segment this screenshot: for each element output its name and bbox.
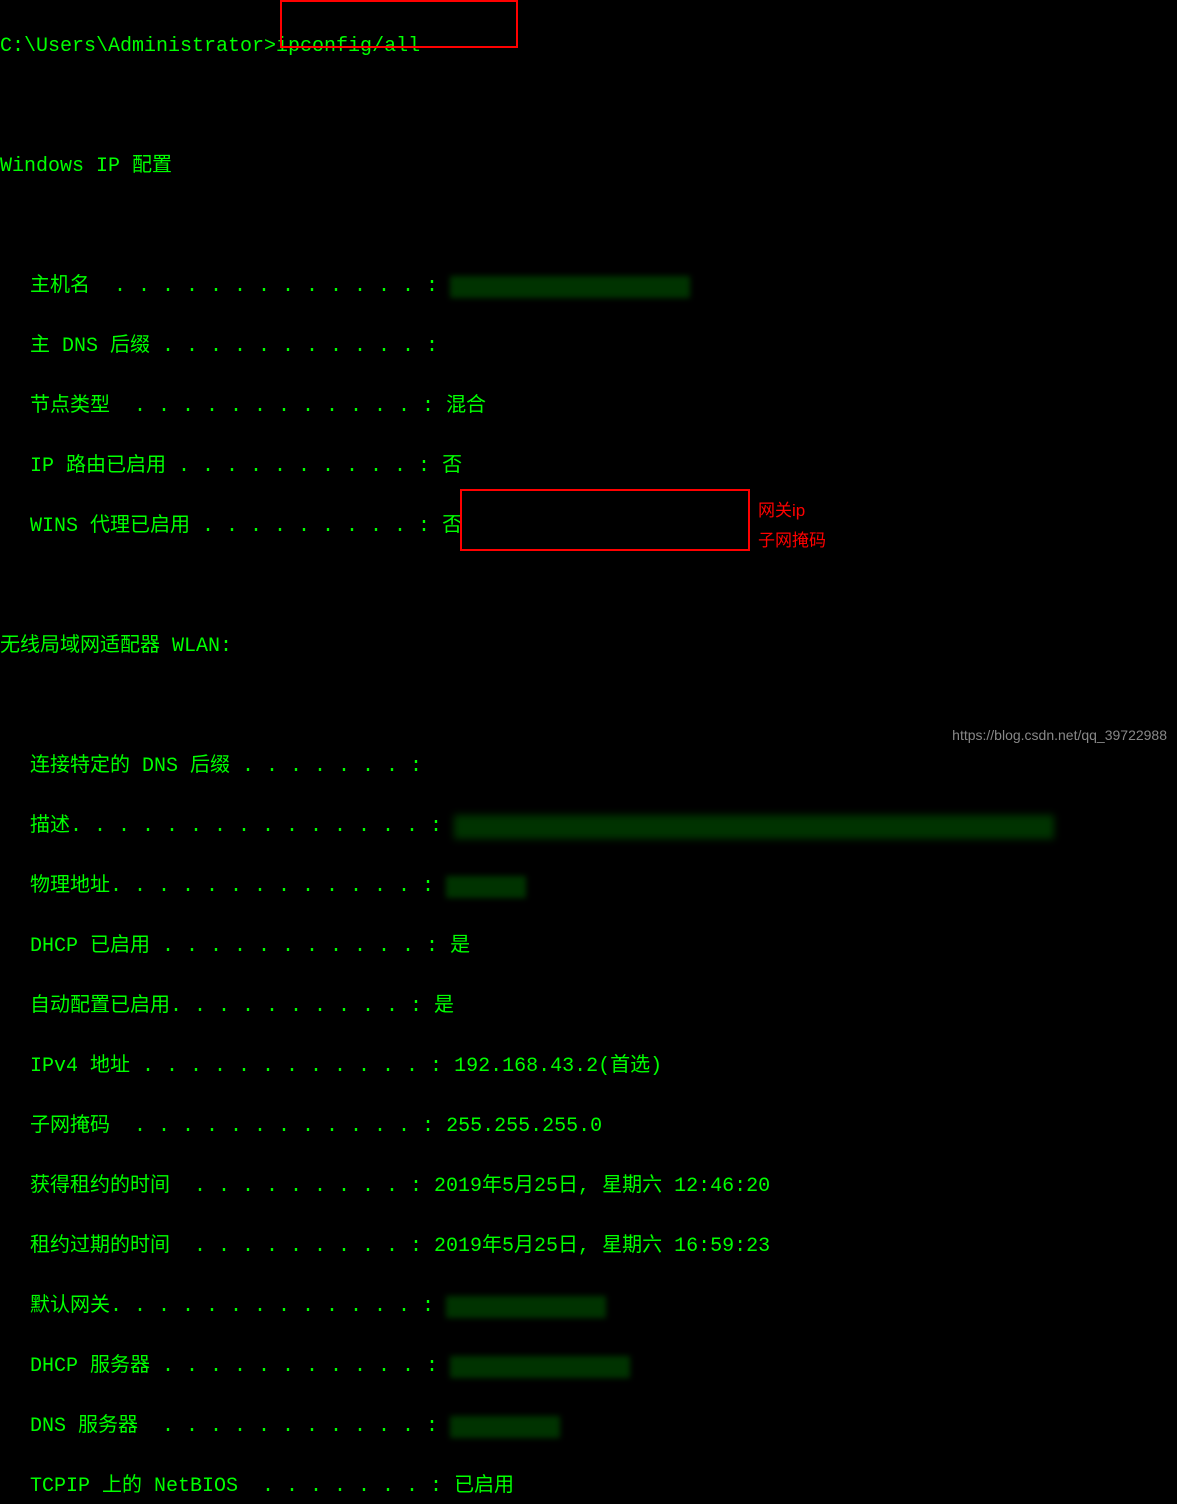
row-node-type: 节点类型 . . . . . . . . . . . . : 混合 bbox=[0, 392, 1177, 422]
row-dhcp-enabled: DHCP 已启用 . . . . . . . . . . . : 是 bbox=[0, 932, 1177, 962]
phys-addr-value-redacted bbox=[446, 876, 526, 898]
wins-proxy-value: 否 bbox=[442, 512, 462, 542]
dhcp-server-label: DHCP 服务器 . . . . . . . . . . . : bbox=[30, 1352, 450, 1382]
row-hostname: 主机名 . . . . . . . . . . . . . : bbox=[0, 272, 1177, 302]
row-lease-obtained: 获得租约的时间 . . . . . . . . . : 2019年5月25日, … bbox=[0, 1172, 1177, 1202]
section-header-wlan: 无线局域网适配器 WLAN: bbox=[0, 632, 1177, 662]
netbios-label: TCPIP 上的 NetBIOS . . . . . . . : bbox=[30, 1472, 454, 1502]
annotation-subnet-mask: 子网掩码 bbox=[758, 528, 826, 554]
row-lease-expires: 租约过期的时间 . . . . . . . . . : 2019年5月25日, … bbox=[0, 1232, 1177, 1262]
desc-label: 描述. . . . . . . . . . . . . . . : bbox=[30, 812, 454, 842]
lease-obtained-value: 2019年5月25日, 星期六 12:46:20 bbox=[434, 1172, 770, 1202]
prompt-line: C:\Users\Administrator>ipconfig/all bbox=[0, 32, 1177, 62]
prompt-path: C:\Users\Administrator> bbox=[0, 32, 276, 62]
dns-server-value-redacted bbox=[450, 1416, 560, 1438]
gateway-label: 默认网关. . . . . . . . . . . . . : bbox=[30, 1292, 446, 1322]
lease-obtained-label: 获得租约的时间 . . . . . . . . . : bbox=[30, 1172, 434, 1202]
subnet-value: 255.255.255.0 bbox=[446, 1112, 602, 1142]
phys-addr-label: 物理地址. . . . . . . . . . . . . : bbox=[30, 872, 446, 902]
row-gateway: 默认网关. . . . . . . . . . . . . : bbox=[0, 1292, 1177, 1322]
desc-value-redacted bbox=[454, 815, 1054, 839]
row-dhcp-server: DHCP 服务器 . . . . . . . . . . . : bbox=[0, 1352, 1177, 1382]
row-description: 描述. . . . . . . . . . . . . . . : bbox=[0, 812, 1177, 842]
netbios-value: 已启用 bbox=[454, 1472, 514, 1502]
wins-proxy-label: WINS 代理已启用 . . . . . . . . . : bbox=[30, 512, 442, 542]
terminal-output: C:\Users\Administrator>ipconfig/all Wind… bbox=[0, 0, 1177, 1504]
row-subnet: 子网掩码 . . . . . . . . . . . . : 255.255.2… bbox=[0, 1112, 1177, 1142]
row-ipv4: IPv4 地址 . . . . . . . . . . . . : 192.16… bbox=[0, 1052, 1177, 1082]
row-phys-addr: 物理地址. . . . . . . . . . . . . : bbox=[0, 872, 1177, 902]
dns-server-label: DNS 服务器 . . . . . . . . . . . : bbox=[30, 1412, 450, 1442]
row-dns-suffix: 主 DNS 后缀 . . . . . . . . . . . : bbox=[0, 332, 1177, 362]
ip-routing-value: 否 bbox=[442, 452, 462, 482]
node-type-value: 混合 bbox=[446, 392, 486, 422]
subnet-label: 子网掩码 . . . . . . . . . . . . : bbox=[30, 1112, 446, 1142]
row-conn-dns: 连接特定的 DNS 后缀 . . . . . . . : bbox=[0, 752, 1177, 782]
dhcp-enabled-value: 是 bbox=[450, 932, 470, 962]
row-ip-routing: IP 路由已启用 . . . . . . . . . . : 否 bbox=[0, 452, 1177, 482]
row-netbios: TCPIP 上的 NetBIOS . . . . . . . : 已启用 bbox=[0, 1472, 1177, 1502]
annotation-gateway-ip: 网关ip bbox=[758, 498, 805, 524]
node-type-label: 节点类型 . . . . . . . . . . . . : bbox=[30, 392, 446, 422]
lease-expires-value: 2019年5月25日, 星期六 16:59:23 bbox=[434, 1232, 770, 1262]
gateway-value-redacted bbox=[446, 1296, 606, 1318]
autoconfig-label: 自动配置已启用. . . . . . . . . . : bbox=[30, 992, 434, 1022]
lease-expires-label: 租约过期的时间 . . . . . . . . . : bbox=[30, 1232, 434, 1262]
row-autoconfig: 自动配置已启用. . . . . . . . . . : 是 bbox=[0, 992, 1177, 1022]
ipv4-value: 192.168.43.2(首选) bbox=[454, 1052, 662, 1082]
row-dns-server: DNS 服务器 . . . . . . . . . . . : bbox=[0, 1412, 1177, 1442]
ipv4-label: IPv4 地址 . . . . . . . . . . . . : bbox=[30, 1052, 454, 1082]
section-header-ipconfig: Windows IP 配置 bbox=[0, 152, 1177, 182]
dhcp-server-value-redacted bbox=[450, 1356, 630, 1378]
command-text: ipconfig/all bbox=[276, 32, 420, 62]
row-wins-proxy: WINS 代理已启用 . . . . . . . . . : 否 bbox=[0, 512, 1177, 542]
autoconfig-value: 是 bbox=[434, 992, 454, 1022]
hostname-value-redacted bbox=[450, 276, 690, 298]
hostname-label: 主机名 . . . . . . . . . . . . . : bbox=[30, 272, 450, 302]
watermark: https://blog.csdn.net/qq_39722988 bbox=[952, 725, 1167, 746]
ip-routing-label: IP 路由已启用 . . . . . . . . . . : bbox=[30, 452, 442, 482]
dhcp-enabled-label: DHCP 已启用 . . . . . . . . . . . : bbox=[30, 932, 450, 962]
